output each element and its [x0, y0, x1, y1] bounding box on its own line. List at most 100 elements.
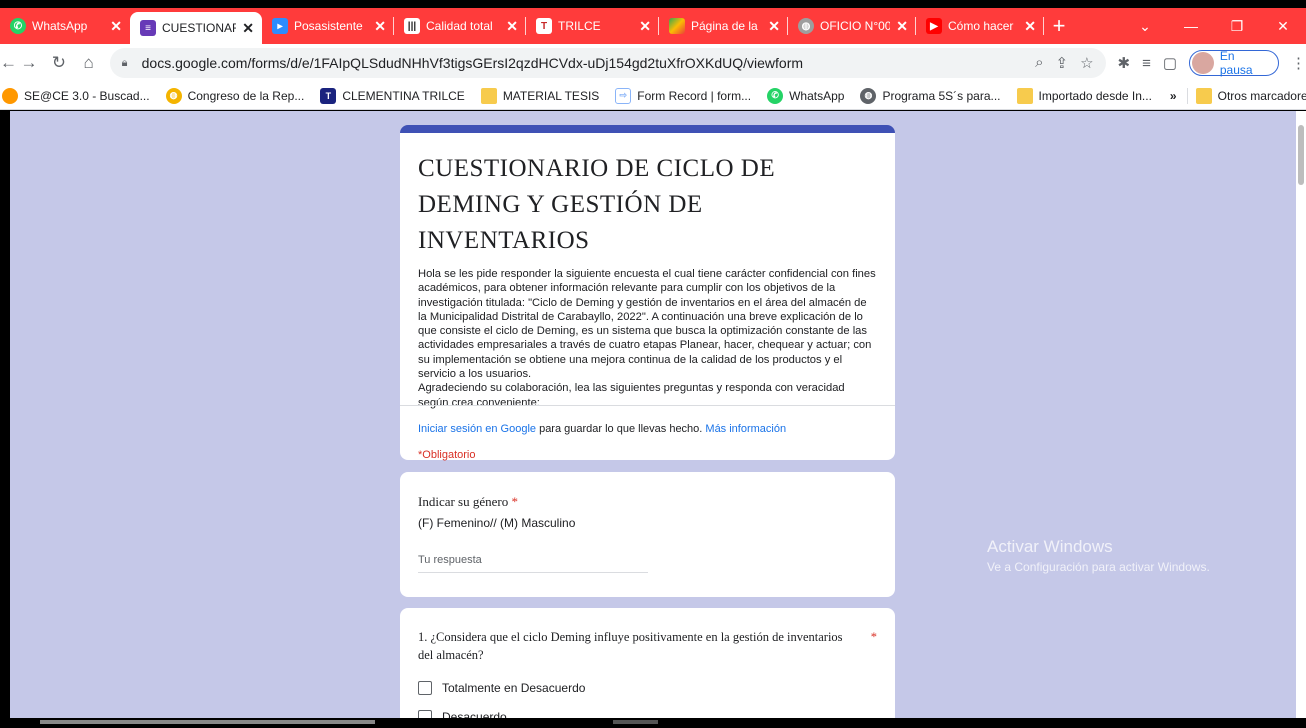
more-bookmarks-icon[interactable]: » — [1160, 89, 1187, 103]
tab-pagina[interactable]: Página de la ✕ — [659, 8, 788, 44]
close-icon[interactable]: ✕ — [110, 18, 122, 35]
required-note: *Obligatorio — [418, 449, 476, 461]
form-header-card: CUESTIONARIO DE CICLO DE DEMING Y GESTIÓ… — [400, 125, 895, 461]
signin-text: para guardar lo que llevas hecho. — [536, 423, 706, 435]
reading-list-icon[interactable]: ≡ — [1142, 55, 1151, 72]
tab-title: Página de la — [691, 19, 758, 33]
forward-icon[interactable]: → — [14, 53, 44, 73]
profile-label: En pausa — [1219, 49, 1253, 77]
url-text[interactable]: docs.google.com/forms/d/e/1FAIpQLSdudNHh… — [142, 55, 1035, 71]
zoom-icon: ▸ — [272, 18, 288, 34]
checkbox[interactable] — [418, 710, 432, 718]
required-star: * — [511, 494, 519, 509]
tab-title: Calidad total — [426, 19, 493, 33]
bookmark-label: Congreso de la Rep... — [187, 88, 305, 103]
tab-title: Cómo hacer — [948, 19, 1014, 33]
bookmark-label: MATERIAL TESIS — [502, 88, 600, 103]
bookmark-label: Form Record | form... — [637, 88, 752, 103]
bookmarks-bar: SE@CE 3.0 - Buscad... ◍ Congreso de la R… — [0, 82, 1306, 110]
bookmark-form-record[interactable]: ⇨ Form Record | form... — [607, 87, 759, 104]
bookmark-importado[interactable]: Importado desde In... — [1009, 87, 1160, 104]
question-text: 1. ¿Considera que el ciclo Deming influy… — [418, 630, 843, 662]
windows-activation-watermark: Activar Windows Ve a Configuración para … — [987, 537, 1210, 574]
bookmark-otros[interactable]: Otros marcadores — [1188, 87, 1306, 104]
bookmark-congreso[interactable]: ◍ Congreso de la Rep... — [158, 87, 313, 104]
omnibox-actions: ⌕ ⇪ ☆ — [1035, 54, 1093, 72]
new-tab-button[interactable]: + — [1044, 8, 1074, 44]
close-icon[interactable]: ✕ — [374, 18, 386, 35]
close-icon[interactable]: ✕ — [1024, 18, 1036, 35]
restore-icon[interactable]: ❐ — [1214, 8, 1260, 44]
horizontal-scrollbar-segment — [613, 720, 658, 724]
bookmark-seace[interactable]: SE@CE 3.0 - Buscad... — [0, 87, 158, 104]
option-label: Totalmente en Desacuerdo — [442, 681, 586, 695]
tab-title: TRILCE — [558, 19, 601, 33]
bookmark-programa-5s[interactable]: ◍ Programa 5S´s para... — [852, 87, 1008, 104]
form-page: CUESTIONARIO DE CICLO DE DEMING Y GESTIÓ… — [10, 111, 1296, 718]
form-description: Hola se les pide responder la siguiente … — [418, 268, 876, 409]
tab-title: CUESTIONAR — [162, 21, 237, 35]
answer-input[interactable]: Tu respuesta — [418, 554, 648, 573]
close-window-icon[interactable]: ✕ — [1260, 8, 1306, 44]
folder-icon — [480, 87, 497, 104]
home-icon[interactable]: ⌂ — [74, 53, 104, 73]
lock-icon: 🔒︎ — [121, 57, 128, 69]
tab-oficio[interactable]: ◍ OFICIO N°00 ✕ — [788, 8, 916, 44]
whatsapp-icon: ✆ — [10, 18, 26, 34]
trilce-icon: T — [536, 18, 552, 34]
forms-icon: ≡ — [140, 20, 156, 36]
scrollbar-thumb[interactable] — [1298, 125, 1304, 185]
reload-icon[interactable]: ↻ — [44, 53, 74, 73]
bookmark-label: Otros marcadores — [1217, 88, 1306, 103]
minimize-icon[interactable]: — — [1168, 8, 1214, 44]
tab-calidad-total[interactable]: ||| Calidad total ✕ — [394, 8, 526, 44]
close-icon[interactable]: ✕ — [768, 18, 780, 35]
share-icon[interactable]: ⇪ — [1056, 54, 1069, 72]
folder-icon — [1016, 87, 1033, 104]
extensions-icon[interactable]: ✱ — [1118, 54, 1131, 72]
tab-como-hacer[interactable]: ▶ Cómo hacer ✕ — [916, 8, 1044, 44]
required-star: * — [870, 630, 877, 644]
option-totalmente-desacuerdo[interactable]: Totalmente en Desacuerdo — [418, 681, 585, 695]
tab-title: WhatsApp — [32, 19, 88, 33]
bookmark-material-tesis[interactable]: MATERIAL TESIS — [473, 87, 607, 104]
question-description: (F) Femenino// (M) Masculino — [418, 516, 576, 530]
avatar — [1192, 52, 1214, 74]
address-bar[interactable]: 🔒︎ docs.google.com/forms/d/e/1FAIpQLSdud… — [109, 48, 1106, 78]
side-panel-icon[interactable]: ▢ — [1163, 54, 1177, 72]
tab-whatsapp[interactable]: ✆ WhatsApp ✕ — [0, 8, 130, 44]
horizontal-scrollbar[interactable] — [40, 720, 375, 724]
option-desacuerdo[interactable]: Desacuerdo — [418, 710, 507, 718]
form-record-icon: ⇨ — [615, 87, 632, 104]
browser-toolbar: ← → ↻ ⌂ 🔒︎ docs.google.com/forms/d/e/1FA… — [0, 44, 1306, 82]
bookmark-label: Programa 5S´s para... — [882, 88, 1001, 103]
question-text: Indicar su género — [418, 494, 509, 509]
folder-icon — [1195, 87, 1212, 104]
bookmark-whatsapp[interactable]: ✆ WhatsApp — [759, 87, 852, 104]
tab-cuestionario[interactable]: ≡ CUESTIONAR ✕ — [130, 12, 262, 44]
bookmark-label: SE@CE 3.0 - Buscad... — [24, 88, 150, 103]
star-icon[interactable]: ☆ — [1080, 54, 1093, 72]
trilce-icon: T — [320, 87, 337, 104]
close-icon[interactable]: ✕ — [242, 20, 254, 37]
close-icon[interactable]: ✕ — [506, 18, 518, 35]
back-icon[interactable]: ← — [0, 53, 17, 73]
tab-trilce[interactable]: T TRILCE ✕ — [526, 8, 659, 44]
divider — [400, 405, 895, 406]
checkbox[interactable] — [418, 681, 432, 695]
whatsapp-icon: ✆ — [767, 87, 784, 104]
bookmark-clementina[interactable]: T CLEMENTINA TRILCE — [312, 87, 472, 104]
tab-search-icon[interactable]: ⌄ — [1122, 8, 1168, 44]
tab-posasistente[interactable]: ▸ Posasistente ✕ — [262, 8, 394, 44]
signin-link[interactable]: Iniciar sesión en Google — [418, 423, 536, 435]
close-icon[interactable]: ✕ — [896, 18, 908, 35]
vertical-scrollbar[interactable] — [1296, 111, 1306, 718]
watermark-title: Activar Windows — [987, 537, 1113, 556]
menu-icon[interactable]: ⋮ — [1291, 54, 1306, 72]
tab-separator — [1043, 17, 1044, 35]
profile-button[interactable]: En pausa — [1189, 49, 1279, 77]
close-icon[interactable]: ✕ — [639, 18, 651, 35]
more-info-link[interactable]: Más información — [705, 423, 786, 435]
zoom-lens-icon[interactable]: ⌕ — [1035, 54, 1043, 72]
tab-title: Posasistente — [294, 19, 363, 33]
